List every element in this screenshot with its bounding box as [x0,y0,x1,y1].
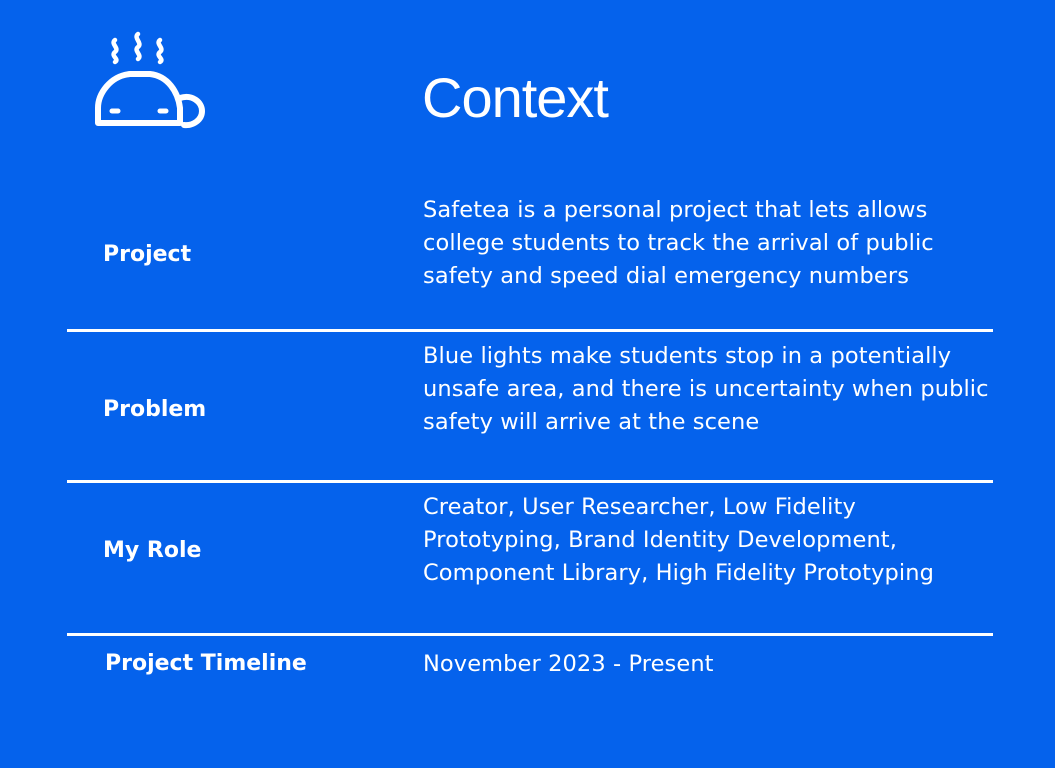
role-description: Creator, User Researcher, Low Fidelity P… [423,494,934,586]
row-divider [67,633,993,636]
project-description: Safetea is a personal project that lets … [423,197,934,289]
problem-label: Problem [103,397,207,422]
steaming-teacup-car-icon [95,31,205,129]
role-label: My Role [103,538,202,563]
timeline-label: Project Timeline [105,651,307,676]
page-title: Context [422,66,609,129]
problem-description: Blue lights make students stop in a pote… [423,343,989,435]
row-divider [67,480,993,483]
project-label: Project [103,242,192,267]
row-divider [67,329,993,332]
timeline-value: November 2023 - Present [423,651,714,677]
